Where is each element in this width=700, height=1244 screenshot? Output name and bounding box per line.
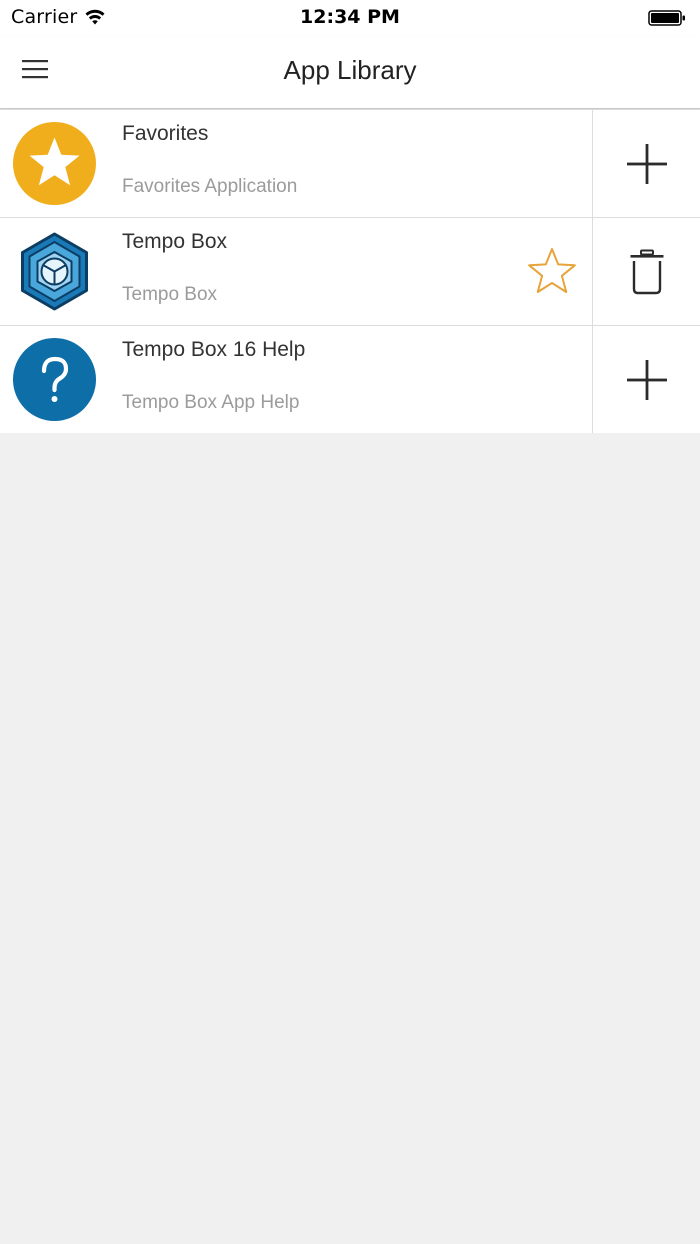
app-row-tempo-box[interactable]: Tempo Box Tempo Box <box>0 218 592 325</box>
list-item: Favorites Favorites Application <box>0 110 700 218</box>
app-subtitle: Tempo Box App Help <box>122 392 300 413</box>
app-row-favorites[interactable]: Favorites Favorites Application <box>0 110 592 217</box>
app-row-tempo-box-help[interactable]: Tempo Box 16 Help Tempo Box App Help <box>0 326 592 433</box>
list-item: Tempo Box 16 Help Tempo Box App Help <box>0 326 700 433</box>
battery-icon <box>648 10 685 26</box>
add-app-button[interactable] <box>592 326 700 433</box>
app-subtitle: Tempo Box <box>122 284 218 305</box>
star-outline-icon <box>528 248 576 293</box>
status-time: 12:34 PM <box>300 6 400 28</box>
list-item: Tempo Box Tempo Box <box>0 218 700 326</box>
favorites-star-icon <box>13 122 96 205</box>
page-title: App Library <box>283 55 417 85</box>
plus-icon <box>626 359 667 400</box>
app-title: Favorites <box>122 122 209 145</box>
delete-app-button[interactable] <box>592 218 700 325</box>
nav-bar: App Library <box>0 36 700 109</box>
plus-icon <box>626 143 667 184</box>
tempo-box-cube-icon <box>21 232 88 311</box>
help-question-icon <box>13 338 96 421</box>
trash-icon <box>630 249 663 294</box>
add-app-button[interactable] <box>592 110 700 217</box>
app-subtitle: Favorites Application <box>122 176 298 197</box>
app-title: Tempo Box <box>122 230 228 253</box>
favorite-toggle-button[interactable] <box>526 246 578 296</box>
app-list: Favorites Favorites Application Tempo Bo… <box>0 110 700 433</box>
status-bar: Carrier 12:34 PM <box>0 0 700 36</box>
app-title: Tempo Box 16 Help <box>122 338 306 361</box>
